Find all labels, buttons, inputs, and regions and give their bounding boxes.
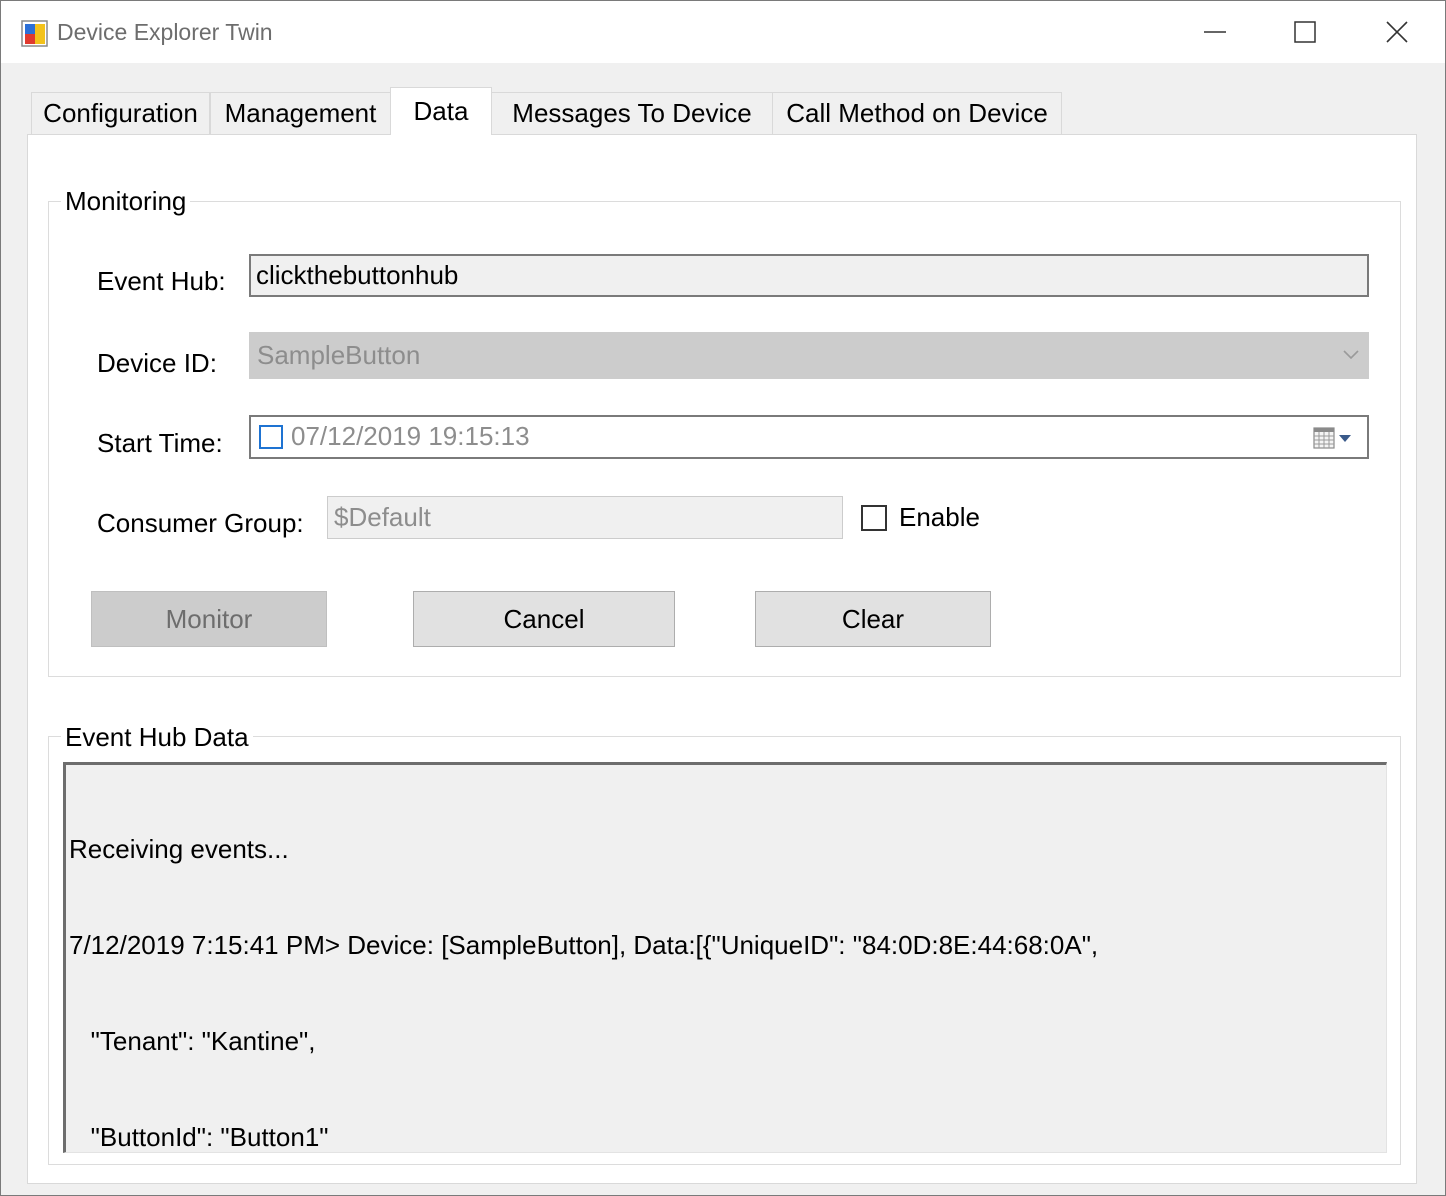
tab-label: Data xyxy=(413,96,469,126)
close-button[interactable] xyxy=(1351,1,1443,63)
enable-checkbox[interactable] xyxy=(861,505,887,531)
close-icon xyxy=(1386,21,1408,43)
tab-call-method-on-device[interactable]: Call Method on Device xyxy=(772,92,1062,134)
consumer-group-value: $Default xyxy=(334,502,431,532)
event-hub-data-group-title: Event Hub Data xyxy=(61,722,253,753)
tab-label: Call Method on Device xyxy=(786,98,1048,128)
consumer-group-field[interactable]: $Default xyxy=(327,496,843,539)
cancel-button[interactable]: Cancel xyxy=(413,591,675,647)
start-time-picker[interactable]: 07/12/2019 19:15:13 xyxy=(249,415,1369,459)
cancel-button-label: Cancel xyxy=(503,603,585,634)
tab-configuration[interactable]: Configuration xyxy=(31,92,210,134)
clear-button[interactable]: Clear xyxy=(755,591,991,647)
monitor-button[interactable]: Monitor xyxy=(91,591,327,647)
monitor-button-label: Monitor xyxy=(165,603,253,634)
device-id-label: Device ID: xyxy=(97,348,217,378)
title-bar[interactable]: Device Explorer Twin xyxy=(1,1,1445,63)
event-hub-label: Event Hub: xyxy=(97,266,226,296)
tab-data[interactable]: Data xyxy=(390,87,492,135)
start-time-label: Start Time: xyxy=(97,428,223,458)
app-icon xyxy=(21,20,48,47)
window-title: Device Explorer Twin xyxy=(57,19,273,45)
output-line: "ButtonId": "Button1" xyxy=(69,1122,329,1152)
output-line: "Tenant": "Kantine", xyxy=(69,1026,316,1056)
chevron-down-icon xyxy=(1343,350,1359,360)
enable-label[interactable]: Enable xyxy=(899,502,980,533)
consumer-group-label: Consumer Group: xyxy=(97,508,304,538)
minimize-icon xyxy=(1204,31,1226,33)
output-line: Receiving events... xyxy=(69,834,289,864)
minimize-button[interactable] xyxy=(1169,1,1261,63)
tab-label: Management xyxy=(224,98,377,128)
tab-messages-to-device[interactable]: Messages To Device xyxy=(491,92,773,134)
main-window: Device Explorer Twin Configuration Manag… xyxy=(0,0,1446,1196)
event-output-textarea[interactable]: Receiving events... 7/12/2019 7:15:41 PM… xyxy=(63,762,1387,1153)
event-hub-field[interactable]: clickthebuttonhub xyxy=(249,254,1369,297)
tab-label: Configuration xyxy=(43,98,198,128)
clear-button-label: Clear xyxy=(841,603,905,634)
device-id-dropdown[interactable]: SampleButton xyxy=(249,332,1369,379)
device-id-value: SampleButton xyxy=(257,340,421,370)
event-hub-value: clickthebuttonhub xyxy=(256,260,459,290)
monitoring-group-title: Monitoring xyxy=(61,186,191,217)
start-time-value: 07/12/2019 19:15:13 xyxy=(291,421,530,451)
maximize-button[interactable] xyxy=(1259,1,1351,63)
start-time-checkbox[interactable] xyxy=(259,425,283,449)
tab-management[interactable]: Management xyxy=(210,92,391,134)
tab-label: Messages To Device xyxy=(512,98,752,128)
output-line: 7/12/2019 7:15:41 PM> Device: [SampleBut… xyxy=(69,930,1099,960)
calendar-dropdown-icon[interactable] xyxy=(1313,425,1357,451)
maximize-icon xyxy=(1294,21,1316,43)
